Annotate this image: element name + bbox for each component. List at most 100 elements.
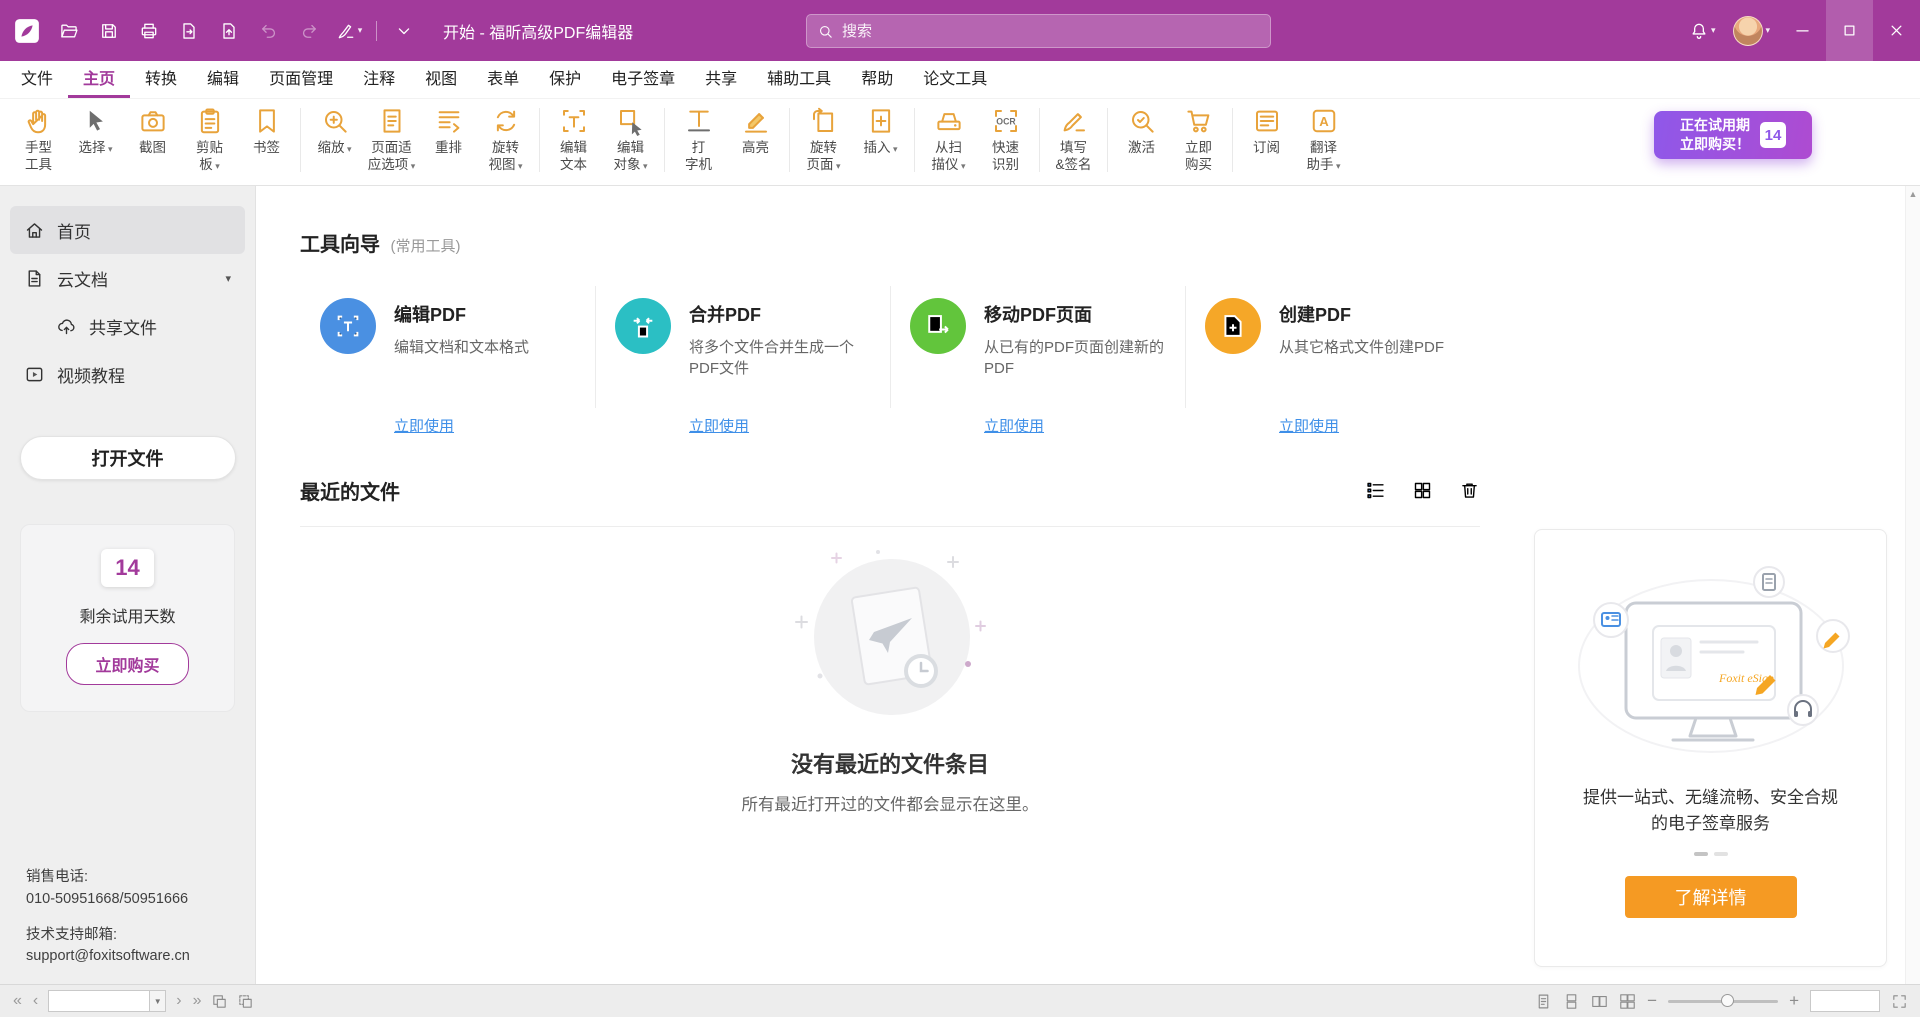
menu-item-共享[interactable]: 共享 xyxy=(690,61,752,98)
minimize-button[interactable] xyxy=(1779,0,1826,61)
fullscreen-icon xyxy=(1891,993,1908,1010)
menubar-items: 文件主页转换编辑页面管理注释视图表单保护电子签章共享辅助工具帮助论文工具 xyxy=(0,61,1920,98)
clipboard-tool[interactable]: 剪贴 板 ▾ xyxy=(181,106,238,174)
rotate-pages-tool[interactable]: 旋转 页面 ▾ xyxy=(795,106,852,174)
chevron-down-icon: ▾ xyxy=(408,161,415,171)
sidebar-item-cloud-docs[interactable]: 云文档▾ xyxy=(10,254,245,302)
dot-active[interactable] xyxy=(1694,852,1708,856)
highlight-tool[interactable]: 高亮 xyxy=(727,106,784,157)
list-view-icon xyxy=(1365,480,1386,501)
fit-page-tool[interactable]: 页面适 应选项 ▾ xyxy=(363,106,420,174)
account-button[interactable]: ▾ xyxy=(1724,0,1779,61)
page-dropdown-caret[interactable]: ▼ xyxy=(149,991,165,1011)
undo-button[interactable] xyxy=(252,11,286,51)
support-email-link[interactable]: support@foxitsoftware.cn xyxy=(26,948,190,964)
menu-item-文件[interactable]: 文件 xyxy=(6,61,68,98)
close-button[interactable] xyxy=(1873,0,1920,61)
zoom-slider-thumb[interactable] xyxy=(1721,994,1734,1007)
menu-item-帮助[interactable]: 帮助 xyxy=(846,61,908,98)
last-page-button[interactable]: » xyxy=(192,993,203,1009)
quick-sign-button[interactable]: ▾ xyxy=(332,11,366,51)
subscribe-tool[interactable]: 订阅 xyxy=(1238,106,1295,157)
menu-item-视图[interactable]: 视图 xyxy=(410,61,472,98)
fullscreen-button[interactable] xyxy=(1891,993,1908,1010)
single-page-view-button[interactable] xyxy=(1535,993,1552,1010)
first-page-button[interactable]: « xyxy=(12,993,23,1009)
zoom-in-button[interactable]: + xyxy=(1789,991,1799,1011)
activate-tool[interactable]: 激活 xyxy=(1113,106,1170,157)
use-now-link[interactable]: 立即使用 xyxy=(394,415,454,436)
edit-text-tool[interactable]: 编辑 文本 xyxy=(545,106,602,174)
grid-view-button[interactable] xyxy=(1412,480,1433,501)
trial-buy-now-button[interactable]: 正在试用期 立即购买！ 14 xyxy=(1654,111,1812,159)
menu-item-表单[interactable]: 表单 xyxy=(472,61,534,98)
sidebar-item-video-tutorials[interactable]: 视频教程 xyxy=(10,350,245,398)
snapshot-pages-alt-button[interactable] xyxy=(237,993,254,1010)
menu-item-论文工具[interactable]: 论文工具 xyxy=(908,61,1002,98)
open-button[interactable] xyxy=(52,11,86,51)
save-button[interactable] xyxy=(92,11,126,51)
menu-item-转换[interactable]: 转换 xyxy=(130,61,192,98)
menu-item-辅助工具[interactable]: 辅助工具 xyxy=(752,61,846,98)
from-scanner-tool[interactable]: 从扫 描仪 ▾ xyxy=(920,106,977,174)
recent-empty-state: 没有最近的文件条目 所有最近打开过的文件都会显示在这里。 xyxy=(300,542,1480,815)
continuous-view-button[interactable] xyxy=(1563,993,1580,1010)
typewriter-tool[interactable]: 打 字机 xyxy=(670,106,727,174)
zoom-out-button[interactable]: − xyxy=(1647,991,1657,1011)
insert-tool[interactable]: 插入 ▾ xyxy=(852,106,909,157)
chevron-down-icon[interactable]: ▾ xyxy=(225,272,231,285)
content-scrollbar[interactable]: ▲ xyxy=(1905,186,1920,984)
menu-item-注释[interactable]: 注释 xyxy=(348,61,410,98)
learn-more-button[interactable]: 了解详情 xyxy=(1625,876,1797,918)
previous-page-button[interactable]: ‹ xyxy=(32,993,39,1009)
zoom-slider[interactable] xyxy=(1668,994,1778,1008)
menu-item-编辑[interactable]: 编辑 xyxy=(192,61,254,98)
menu-item-主页[interactable]: 主页 xyxy=(68,61,130,98)
zoom-tool[interactable]: 缩放 ▾ xyxy=(306,106,363,157)
bookmark-tool[interactable]: 书签 xyxy=(238,106,295,157)
tool-card-编辑PDF: 编辑PDF编辑文档和文本格式立即使用 xyxy=(300,272,595,450)
fill-sign-tool[interactable]: 填写 &签名 xyxy=(1045,106,1102,174)
export-button[interactable] xyxy=(172,11,206,51)
trial-line2: 立即购买！ xyxy=(1680,136,1750,152)
zoom-value-input[interactable] xyxy=(1811,991,1879,1011)
snapshot-pages-button[interactable] xyxy=(211,993,228,1010)
convert-button[interactable] xyxy=(212,11,246,51)
list-view-button[interactable] xyxy=(1365,480,1386,501)
continuous-facing-view-button[interactable] xyxy=(1619,993,1636,1010)
edit-object-tool[interactable]: 编辑 对象 ▾ xyxy=(602,106,659,174)
buy-now-tool[interactable]: 立即 购买 xyxy=(1170,106,1227,174)
customize-toolbar-button[interactable] xyxy=(387,11,421,51)
search-input[interactable] xyxy=(842,23,1260,40)
page-number-input[interactable] xyxy=(49,991,149,1011)
close-icon xyxy=(1887,21,1906,40)
menu-item-电子签章[interactable]: 电子签章 xyxy=(596,61,690,98)
print-button[interactable] xyxy=(132,11,166,51)
use-now-link[interactable]: 立即使用 xyxy=(689,415,749,436)
menu-item-页面管理[interactable]: 页面管理 xyxy=(254,61,348,98)
quick-ocr-tool[interactable]: OCR快速 识别 xyxy=(977,106,1034,174)
facing-view-button[interactable] xyxy=(1591,993,1608,1010)
next-page-button[interactable]: › xyxy=(175,993,182,1009)
translate-assistant-tool[interactable]: A翻译 助手 ▾ xyxy=(1295,106,1352,174)
use-now-link[interactable]: 立即使用 xyxy=(984,415,1044,436)
maximize-button[interactable] xyxy=(1826,0,1873,61)
search-bar[interactable] xyxy=(806,14,1271,48)
promo-pagination-dots[interactable] xyxy=(1535,852,1886,856)
redo-button[interactable] xyxy=(292,11,326,51)
sidebar-item-shared-files[interactable]: 共享文件 xyxy=(10,302,245,350)
open-file-button[interactable]: 打开文件 xyxy=(20,436,236,480)
use-now-link[interactable]: 立即使用 xyxy=(1279,415,1339,436)
dot-inactive[interactable] xyxy=(1714,852,1728,856)
sidebar-buy-now-button[interactable]: 立即购买 xyxy=(66,643,188,685)
menu-item-保护[interactable]: 保护 xyxy=(534,61,596,98)
select-tool[interactable]: 选择 ▾ xyxy=(67,106,124,157)
hand-tool[interactable]: 手型 工具 xyxy=(10,106,67,174)
notifications-button[interactable]: ▾ xyxy=(1680,0,1725,61)
rotate-view-tool[interactable]: 旋转 视图 ▾ xyxy=(477,106,534,174)
snapshot-tool[interactable]: 截图 xyxy=(124,106,181,157)
ribbon-separator xyxy=(1039,108,1040,172)
clear-recent-button[interactable] xyxy=(1459,480,1480,501)
sidebar-item-home[interactable]: 首页 xyxy=(10,206,245,254)
reflow-tool[interactable]: 重排 xyxy=(420,106,477,157)
